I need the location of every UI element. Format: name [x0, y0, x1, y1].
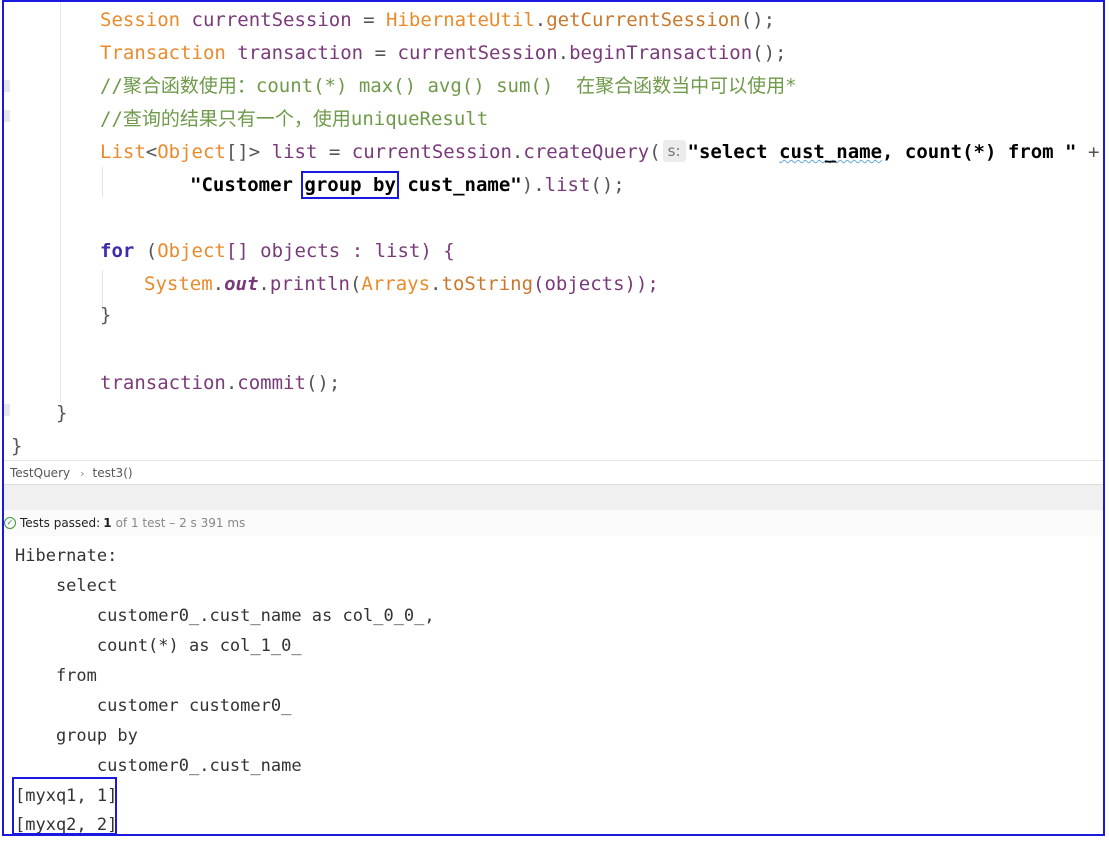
console-line: Hibernate:: [15, 546, 118, 566]
indent-guide: [60, 2, 61, 402]
code-line-7: for (Object[] objects : list) {: [100, 240, 455, 262]
code-line-10: transaction.commit();: [100, 372, 341, 394]
tests-passed-label: Tests passed:: [20, 516, 101, 530]
breadcrumb: TestQuery › test3(): [4, 460, 1103, 485]
code-line-9: }: [100, 304, 112, 326]
console-line: select: [15, 576, 118, 596]
check-circle-icon: ✓: [4, 517, 16, 529]
code-line-5: List<Object[]> list = currentSession.cre…: [100, 140, 1100, 163]
run-toolbar: [4, 484, 1103, 512]
code-line-11: }: [56, 402, 68, 424]
breadcrumb-class[interactable]: TestQuery: [4, 466, 70, 480]
code-editor[interactable]: Session currentSession = HibernateUtil.g…: [4, 2, 1103, 460]
code-line-6: "Customer group by cust_name").list();: [190, 171, 625, 199]
breadcrumb-separator: ›: [80, 466, 85, 480]
console-line: customer0_.cust_name as col_0_0_,: [15, 606, 435, 626]
code-comment-line-3: //聚合函数使用：count(*) max() avg() sum() 在聚合函…: [100, 75, 797, 97]
gutter-marker: [4, 404, 10, 416]
result-highlight: [12, 777, 117, 834]
test-status-bar: ✓ Tests passed: 1 of 1 test – 2 s 391 ms: [4, 510, 1103, 537]
code-comment-line-4: //查询的结果只有一个，使用uniqueResult: [100, 108, 489, 130]
app-window: Session currentSession = HibernateUtil.g…: [2, 0, 1105, 836]
breadcrumb-method[interactable]: test3(): [93, 466, 133, 480]
gutter-marker: [4, 80, 10, 92]
code-line-8: System.out.println(Arrays.toString(objec…: [144, 273, 659, 295]
group-by-highlight: group by: [301, 171, 399, 199]
console-line: count(*) as col_1_0_: [15, 636, 302, 656]
console-output[interactable]: Hibernate: select customer0_.cust_name a…: [4, 536, 1103, 834]
code-line-12: }: [11, 435, 23, 457]
code-line-2: Transaction transaction = currentSession…: [100, 42, 787, 64]
console-line: group by: [15, 726, 138, 746]
gutter-marker: [4, 110, 10, 122]
indent-guide: [102, 167, 103, 197]
tests-detail: of 1 test – 2 s 391 ms: [115, 516, 246, 530]
parameter-hint: s:: [662, 140, 686, 162]
code-line-1: Session currentSession = HibernateUtil.g…: [100, 9, 776, 31]
console-line: customer customer0_: [15, 696, 292, 716]
console-line: from: [15, 666, 97, 686]
tests-passed-count: 1: [103, 516, 112, 530]
